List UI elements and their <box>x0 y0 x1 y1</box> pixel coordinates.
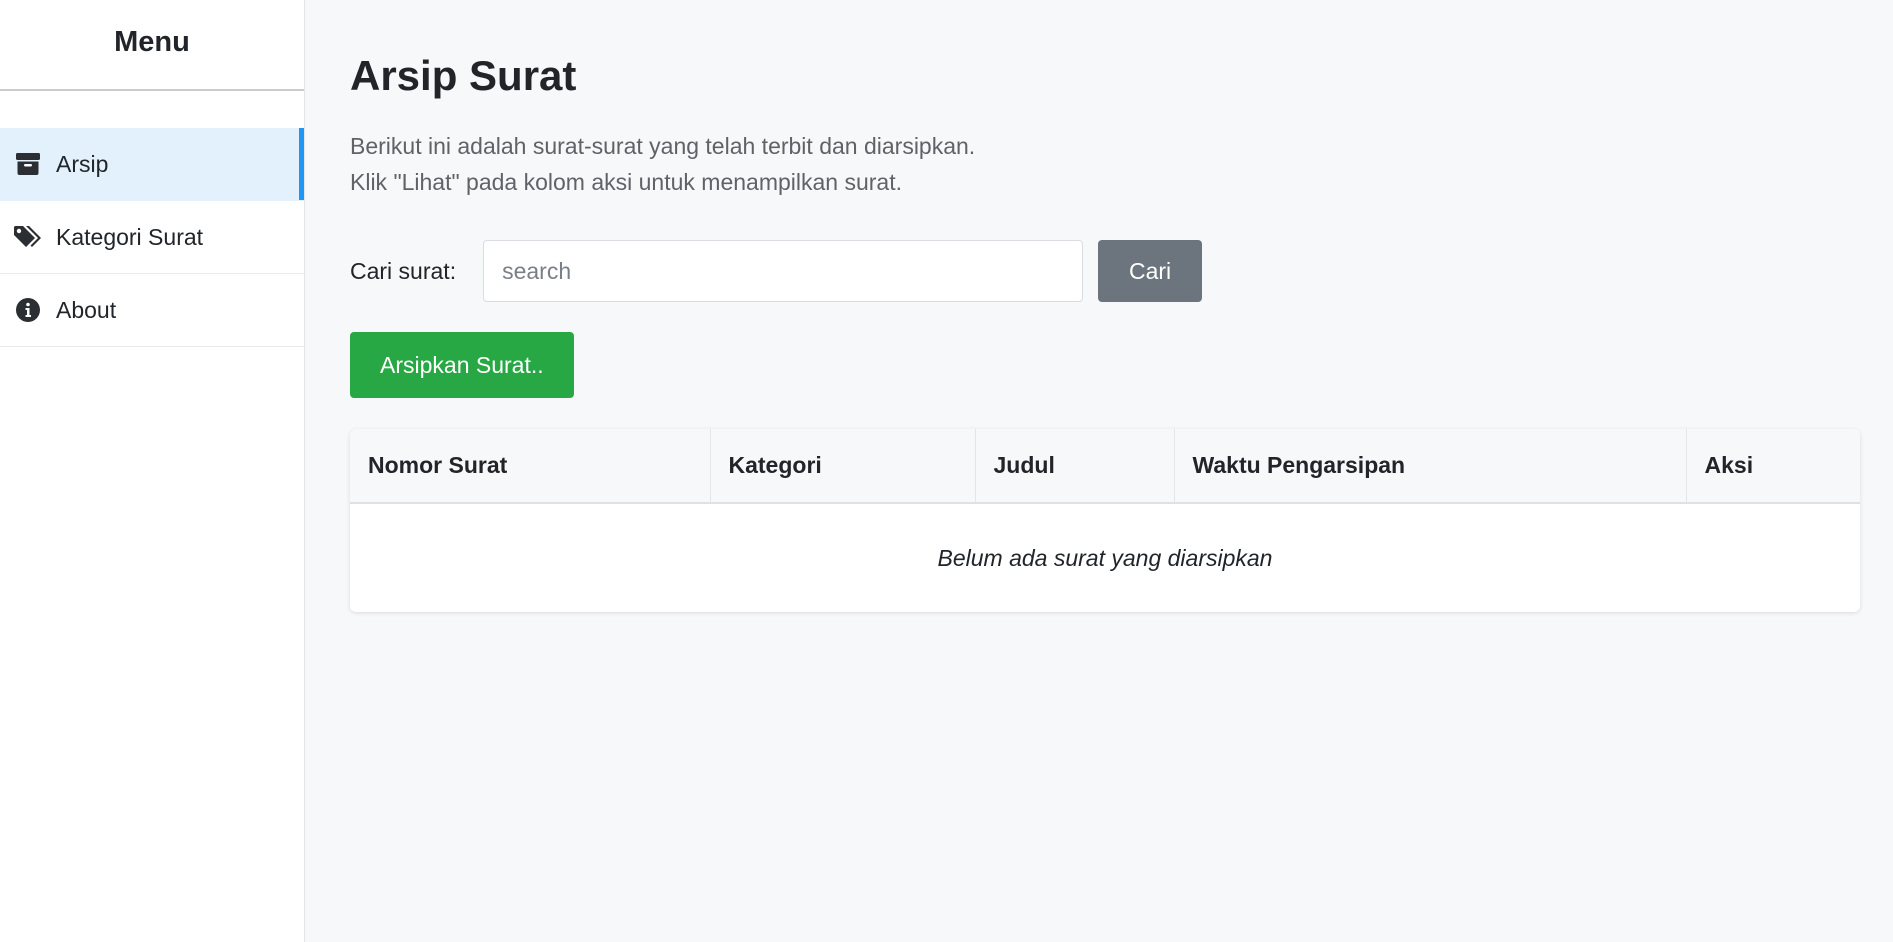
table-header-row: Nomor Surat Kategori Judul Waktu Pengars… <box>350 429 1860 504</box>
search-button[interactable]: Cari <box>1098 240 1203 302</box>
column-header-kategori: Kategori <box>710 429 976 504</box>
sidebar-item-about[interactable]: About <box>0 274 304 347</box>
main-content: Arsip Surat Berikut ini adalah surat-sur… <box>305 0 1893 942</box>
page-description: Berikut ini adalah surat-surat yang tela… <box>350 128 1860 200</box>
archive-table-card: Nomor Surat Kategori Judul Waktu Pengars… <box>350 429 1860 612</box>
description-line: Klik "Lihat" pada kolom aksi untuk menam… <box>350 169 902 195</box>
search-row: Cari surat: Cari <box>350 240 1860 302</box>
sidebar-item-label: About <box>56 296 117 323</box>
column-header-aksi: Aksi <box>1686 429 1860 504</box>
description-line: Berikut ini adalah surat-surat yang tela… <box>350 133 976 159</box>
search-input[interactable] <box>483 240 1084 302</box>
sidebar-item-label: Kategori Surat <box>56 223 204 250</box>
empty-message: Belum ada surat yang diarsipkan <box>937 544 1273 571</box>
archive-letter-button[interactable]: Arsipkan Surat.. <box>350 332 574 398</box>
column-header-waktu-pengarsipan: Waktu Pengarsipan <box>1174 429 1687 504</box>
archive-icon <box>14 150 42 178</box>
search-label: Cari surat: <box>350 257 457 284</box>
table-empty-row: Belum ada surat yang diarsipkan <box>350 503 1860 612</box>
sidebar-nav: Arsip Kategori Surat About <box>0 128 304 347</box>
sidebar-item-label: Arsip <box>56 150 109 177</box>
sidebar-item-kategori-surat[interactable]: Kategori Surat <box>0 201 304 274</box>
archive-table: Nomor Surat Kategori Judul Waktu Pengars… <box>350 429 1860 612</box>
column-header-nomor-surat: Nomor Surat <box>350 429 711 504</box>
info-circle-icon <box>14 296 42 324</box>
sidebar: Menu Arsip Kategori Surat About <box>0 0 305 942</box>
app-root: Menu Arsip Kategori Surat About Arsip Su… <box>0 0 1893 942</box>
sidebar-title: Menu <box>0 0 304 91</box>
page-title: Arsip Surat <box>350 52 577 99</box>
sidebar-item-arsip[interactable]: Arsip <box>0 128 304 201</box>
column-header-judul: Judul <box>975 429 1175 504</box>
tags-icon <box>14 223 42 251</box>
